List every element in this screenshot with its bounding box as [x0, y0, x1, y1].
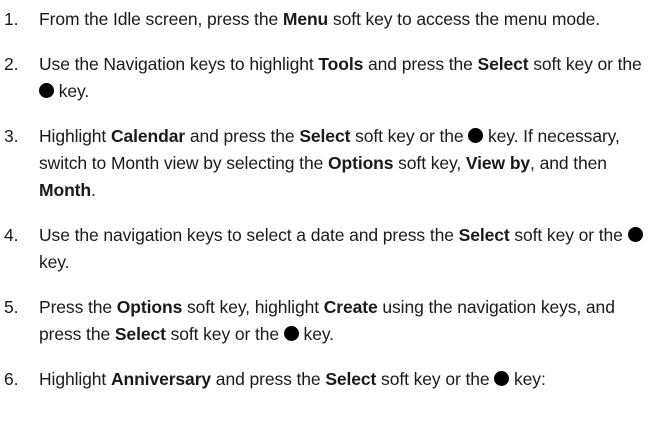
step-text-segment: .	[90, 180, 96, 200]
step-text-segment: key.	[298, 324, 335, 344]
key-term: Select	[458, 225, 510, 245]
step-text-segment: From the Idle screen, press the	[39, 9, 283, 29]
step-item: 3. Highlight Calendar and press the Selec…	[0, 123, 651, 204]
step-item: 4. Use the navigation keys to select a da…	[0, 222, 651, 276]
step-text-segment: key.	[54, 81, 90, 101]
step-text-segment: and press the	[363, 54, 478, 74]
center-select-key-icon	[494, 371, 510, 386]
step-text: Highlight Anniversary and press the Sele…	[39, 366, 645, 393]
step-text-segment: soft key or the	[528, 54, 642, 74]
key-term: Select	[299, 126, 351, 146]
step-text: Highlight Calendar and press the Select …	[39, 123, 645, 204]
center-select-key-icon	[468, 128, 484, 143]
step-number: 2.	[4, 54, 19, 74]
step-text-segment: and press the	[211, 369, 326, 389]
step-text: Use the Navigation keys to highlight Too…	[39, 51, 645, 105]
key-term: Tools	[318, 54, 364, 74]
key-term: Options	[327, 153, 394, 173]
step-text-segment: soft key or the	[165, 324, 284, 344]
step-item: 6. Highlight Anniversary and press the Se…	[0, 366, 651, 393]
step-text-segment: soft key,	[393, 153, 466, 173]
key-term: Month	[39, 180, 91, 200]
key-term: Create	[323, 297, 378, 317]
step-number: 4.	[4, 225, 19, 245]
step-number: 6.	[4, 369, 19, 389]
key-term: Calendar	[110, 126, 186, 146]
step-text-segment: Highlight	[39, 369, 111, 389]
center-select-key-icon	[283, 326, 299, 341]
center-select-key-icon	[39, 83, 54, 98]
step-text-segment: soft key to access the menu mode.	[328, 9, 601, 29]
step-text: From the Idle screen, press the Menu sof…	[39, 6, 645, 33]
key-term: View by	[465, 153, 531, 173]
step-text-segment: soft key, highlight	[182, 297, 324, 317]
step-text-segment: soft key or the	[376, 369, 495, 389]
step-text-segment: Use the navigation keys to select a date…	[39, 225, 459, 245]
step-item: 5. Press the Options soft key, highlight …	[0, 294, 651, 348]
step-text-segment: soft key or the	[350, 126, 469, 146]
step-number: 3.	[4, 126, 19, 146]
center-select-key-icon	[627, 227, 643, 242]
key-term: Select	[114, 324, 166, 344]
steps-list: 1. From the Idle screen, press the Menu s…	[0, 6, 651, 393]
step-item: 1. From the Idle screen, press the Menu s…	[0, 6, 651, 33]
step-text-segment: key:	[509, 369, 546, 389]
step-text: Use the navigation keys to select a date…	[39, 222, 645, 276]
step-number: 1.	[4, 9, 19, 29]
key-term: Options	[116, 297, 183, 317]
key-term: Select	[325, 369, 377, 389]
step-text-segment: and press the	[185, 126, 300, 146]
step-number: 5.	[4, 297, 19, 317]
key-term: Anniversary	[110, 369, 212, 389]
instruction-page: 1. From the Idle screen, press the Menu s…	[0, 0, 651, 435]
step-text: Press the Options soft key, highlight Cr…	[39, 294, 645, 348]
step-text-segment: soft key or the	[509, 225, 628, 245]
step-text-segment: , and then	[530, 153, 607, 173]
key-term: Select	[477, 54, 529, 74]
key-term: Menu	[282, 9, 329, 29]
step-text-segment: Highlight	[39, 126, 111, 146]
step-text-segment: key.	[39, 252, 70, 272]
step-item: 2. Use the Navigation keys to highlight T…	[0, 51, 651, 105]
step-text-segment: Use the Navigation keys to highlight	[39, 54, 319, 74]
step-text-segment: Press the	[39, 297, 117, 317]
